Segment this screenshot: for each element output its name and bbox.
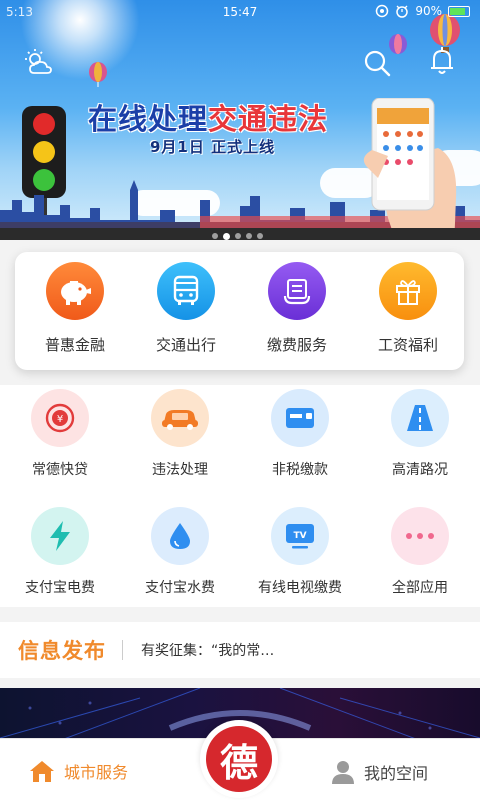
- service-salary-benefits[interactable]: 工资福利: [352, 262, 464, 355]
- svg-text:¥: ¥: [57, 414, 63, 425]
- news-bar[interactable]: 信息发布 有奖征集：“我的常…: [0, 622, 480, 678]
- app-label: 全部应用: [392, 580, 448, 596]
- water-drop-icon: [151, 507, 209, 565]
- app-label: 违法处理: [152, 462, 208, 478]
- news-title: 信息发布: [18, 639, 106, 663]
- status-right: 90%: [375, 4, 470, 18]
- tab-city-services[interactable]: 城市服务: [28, 759, 128, 783]
- card-payment-icon: [271, 389, 329, 447]
- piggy-bank-icon: [46, 262, 104, 320]
- tab-my-space[interactable]: 我的空间: [330, 759, 428, 785]
- battery-icon: [448, 5, 470, 17]
- bell-icon[interactable]: [428, 46, 456, 76]
- app-violation-handling[interactable]: 违法处理: [120, 389, 240, 479]
- app-label: 非税缴款: [272, 462, 328, 478]
- service-label: 缴费服务: [266, 336, 327, 354]
- phone-illustration: [363, 98, 457, 240]
- banner-carousel[interactable]: 在线处理交通违法 9月1日 正式上线: [0, 0, 480, 240]
- gift-icon: [379, 262, 437, 320]
- carousel-dot: [257, 233, 263, 239]
- location-icon: [376, 4, 389, 18]
- app-nontax-payment[interactable]: 非税缴款: [240, 389, 360, 479]
- battery-percent: 90%: [415, 4, 442, 18]
- app-alipay-water[interactable]: 支付宝水费: [120, 507, 240, 597]
- app-label: 支付宝电费: [25, 580, 95, 596]
- app-label: 有线电视缴费: [258, 580, 342, 596]
- app-all-apps[interactable]: 全部应用: [360, 507, 480, 597]
- more-icon: [391, 507, 449, 565]
- carousel-dot: [212, 233, 218, 239]
- changde-logo: 德: [206, 726, 272, 792]
- carousel-dot: [235, 233, 241, 239]
- news-headline[interactable]: 有奖征集：“我的常…: [141, 640, 274, 660]
- service-payment[interactable]: 缴费服务: [241, 262, 353, 355]
- carousel-dot-active: [223, 232, 230, 240]
- service-puhui-finance[interactable]: 普惠金融: [19, 262, 131, 355]
- app-alipay-electricity[interactable]: 支付宝电费: [0, 507, 120, 597]
- app-label: 支付宝水费: [145, 580, 215, 596]
- tab-label: 城市服务: [64, 763, 129, 782]
- app-label: 高清路况: [392, 462, 448, 478]
- news-divider: [122, 640, 123, 660]
- payment-icon: [268, 262, 326, 320]
- service-transport[interactable]: 交通出行: [130, 262, 242, 355]
- bus-icon: [157, 262, 215, 320]
- svg-text:TV: TV: [293, 531, 306, 541]
- weather-icon[interactable]: [24, 48, 54, 78]
- alarm-icon: [396, 5, 409, 18]
- electricity-icon: [31, 507, 89, 565]
- user-icon: [332, 761, 354, 784]
- service-label: 交通出行: [155, 336, 216, 354]
- main-services-card: 普惠金融 交通出行 缴费服务 工资福利: [15, 252, 464, 370]
- center-home-button[interactable]: 德: [200, 720, 278, 798]
- road-icon: [391, 389, 449, 447]
- banner-subtitle: 9月1日 正式上线: [150, 138, 276, 156]
- service-label: 普惠金融: [44, 336, 105, 354]
- sub-services-grid: ¥ 常德快贷 违法处理 非税缴款 高清路况 支付宝电费 支付宝水费 TV 有线电…: [0, 385, 480, 607]
- carousel-indicator: [212, 232, 263, 240]
- tv-icon: TV: [271, 507, 329, 565]
- tab-label: 我的空间: [364, 764, 429, 783]
- home-icon: [30, 761, 54, 782]
- loan-icon: ¥: [31, 389, 89, 447]
- app-changde-loan[interactable]: ¥ 常德快贷: [0, 389, 120, 479]
- carousel-dot: [246, 233, 252, 239]
- app-hd-road-conditions[interactable]: 高清路况: [360, 389, 480, 479]
- service-label: 工资福利: [377, 336, 438, 354]
- app-cable-tv-payment[interactable]: TV 有线电视缴费: [240, 507, 360, 597]
- balloon-icon: [89, 62, 107, 87]
- car-violation-icon: [151, 389, 209, 447]
- app-label: 常德快贷: [32, 462, 88, 478]
- search-icon[interactable]: [362, 48, 392, 78]
- banner-title: 在线处理交通违法: [88, 102, 329, 136]
- logo-character: 德: [219, 739, 258, 785]
- status-bar: 5:13 15:47 90%: [0, 0, 480, 24]
